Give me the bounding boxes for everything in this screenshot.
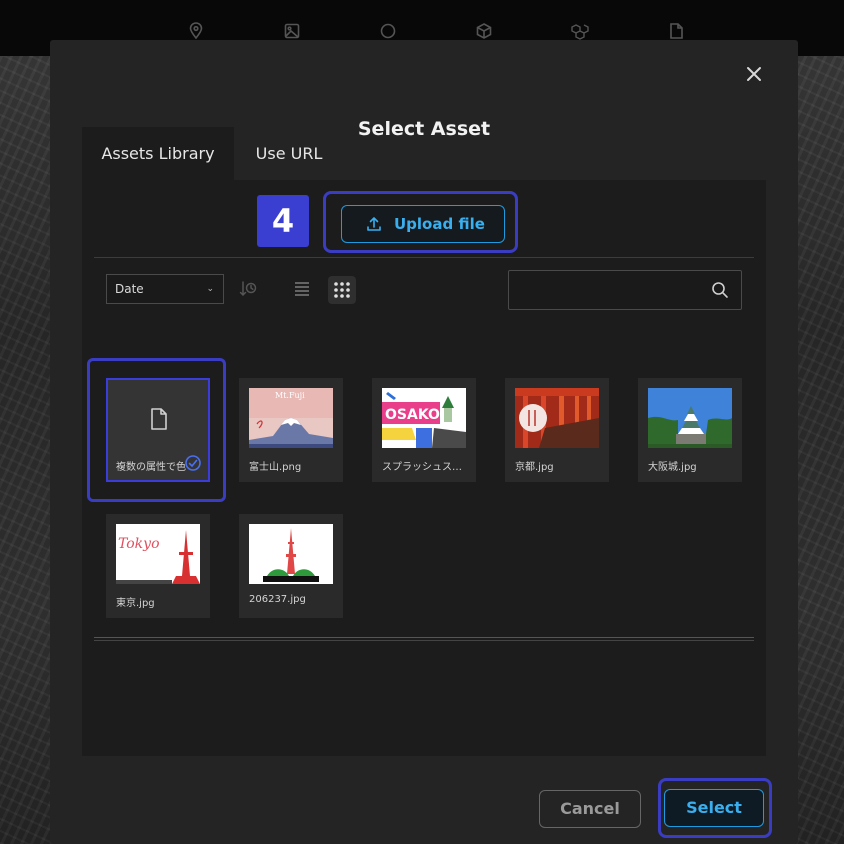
asset-name: 大阪城.jpg [648, 462, 697, 473]
upload-file-button[interactable]: Upload file [341, 205, 505, 243]
asset-card[interactable]: Tokyo 東京.jpg [106, 514, 210, 618]
thumb-caption: Tokyo [118, 536, 160, 552]
select-asset-dialog: Select Asset Assets Library Use URL 4 Up… [50, 40, 798, 844]
asset-name: 複数の属性で色… [116, 462, 186, 473]
tab-use-url[interactable]: Use URL [234, 127, 344, 180]
thumb-caption: Mt.Fuji [275, 391, 305, 400]
asset-name: スプラッシュス… [382, 462, 462, 473]
asset-card[interactable]: 複数の属性で色… [106, 378, 210, 482]
divider [94, 637, 754, 638]
asset-name: 206237.jpg [249, 594, 306, 605]
thumb-caption: OSAKO [385, 407, 440, 423]
asset-card[interactable]: 大阪城.jpg [638, 378, 742, 482]
asset-thumbnail [249, 524, 333, 584]
search-input[interactable] [509, 271, 711, 311]
close-icon[interactable] [744, 64, 764, 84]
divider [94, 257, 754, 258]
step-badge: 4 [257, 195, 309, 247]
chevron-down-icon: ⌄ [206, 284, 214, 294]
grid-view-icon[interactable] [328, 276, 356, 304]
cancel-button[interactable]: Cancel [539, 790, 641, 828]
asset-card[interactable]: 206237.jpg [239, 514, 343, 618]
assets-library-panel: 4 Upload file Date ⌄ 複数の属性で色 Mt.Fuji 富士山… [82, 180, 766, 756]
select-button[interactable]: Select [664, 789, 764, 827]
search-icon[interactable] [711, 281, 729, 299]
file-icon [148, 407, 170, 431]
asset-thumbnail: OSAKO [382, 388, 466, 448]
sort-select[interactable]: Date ⌄ [106, 274, 224, 304]
asset-thumbnail: Tokyo [116, 524, 200, 584]
tab-assets-library[interactable]: Assets Library [82, 127, 234, 180]
asset-card[interactable]: 京都.jpg [505, 378, 609, 482]
check-circle-icon [184, 454, 202, 472]
sort-order-icon[interactable] [238, 279, 258, 299]
divider [94, 640, 754, 641]
list-view-icon[interactable] [291, 278, 313, 300]
asset-thumbnail [648, 388, 732, 448]
asset-card[interactable]: Mt.Fuji 富士山.png [239, 378, 343, 482]
upload-icon [366, 216, 382, 232]
upload-file-label: Upload file [394, 215, 485, 233]
search-field[interactable] [508, 270, 742, 311]
asset-thumbnail [515, 388, 599, 448]
asset-name: 京都.jpg [515, 462, 554, 473]
asset-thumbnail: Mt.Fuji [249, 388, 333, 448]
asset-name: 東京.jpg [116, 598, 155, 609]
asset-name: 富士山.png [249, 462, 302, 473]
asset-card[interactable]: OSAKO スプラッシュス… [372, 378, 476, 482]
sort-select-value: Date [115, 282, 144, 296]
